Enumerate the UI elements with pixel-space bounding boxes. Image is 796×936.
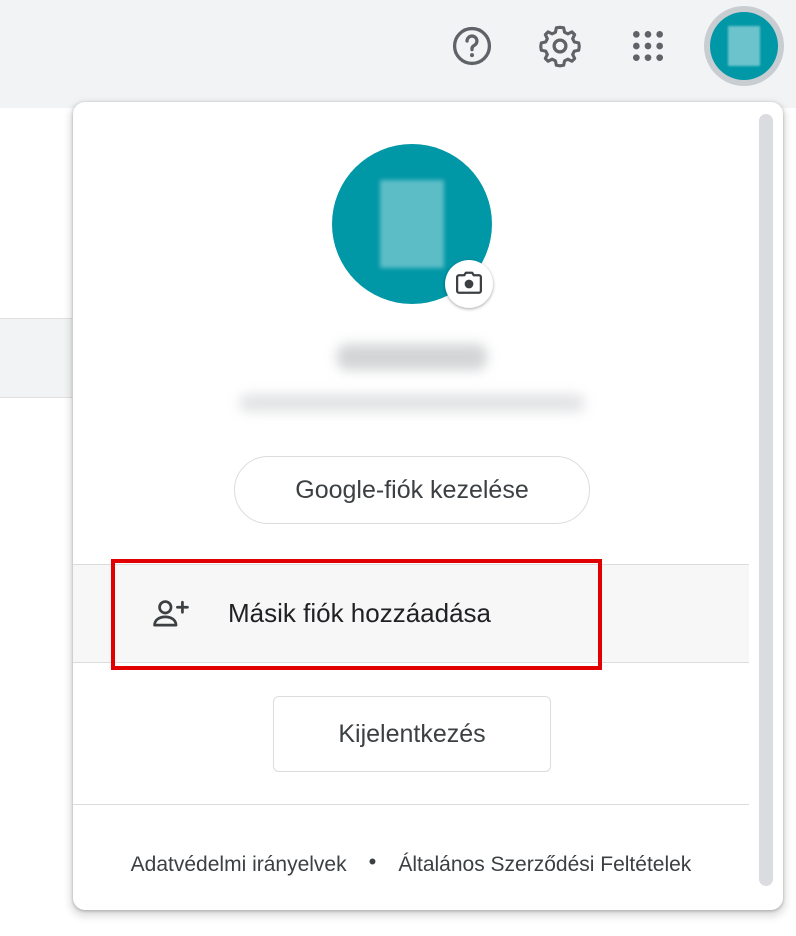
camera-icon bbox=[456, 271, 482, 294]
avatar-blurred-photo bbox=[728, 26, 760, 66]
divider bbox=[73, 804, 749, 805]
footer-links: Adatvédelmi irányelvek • Általános Szerződ… bbox=[73, 846, 749, 883]
apps-icon[interactable] bbox=[624, 22, 672, 70]
background-list-row bbox=[0, 318, 72, 398]
separator-dot: • bbox=[368, 849, 377, 874]
scrollbar[interactable] bbox=[759, 114, 773, 886]
manage-account-button[interactable]: Google-fiók kezelése bbox=[234, 456, 590, 524]
account-avatar[interactable] bbox=[704, 6, 784, 86]
help-icon[interactable] bbox=[448, 22, 496, 70]
avatar-image bbox=[710, 12, 778, 80]
divider bbox=[73, 662, 749, 663]
sign-out-button[interactable]: Kijelentkezés bbox=[273, 696, 551, 772]
gear-icon[interactable] bbox=[536, 22, 584, 70]
add-account-button[interactable]: Másik fiók hozzáadása bbox=[73, 565, 749, 662]
privacy-policy-link[interactable]: Adatvédelmi irányelvek bbox=[131, 853, 347, 876]
avatar-blurred-photo bbox=[380, 180, 444, 268]
redacted-user-name bbox=[337, 344, 487, 370]
person-add-icon bbox=[151, 595, 191, 631]
top-bar bbox=[0, 0, 796, 108]
redacted-user-email bbox=[239, 394, 585, 412]
change-photo-button[interactable] bbox=[445, 260, 493, 308]
add-account-label: Másik fiók hozzáadása bbox=[228, 598, 492, 628]
terms-of-service-link[interactable]: Általános Szerződési Feltételek bbox=[398, 853, 691, 876]
account-menu: Google-fiók kezelése Másik fiók hozzáadá… bbox=[73, 102, 783, 910]
